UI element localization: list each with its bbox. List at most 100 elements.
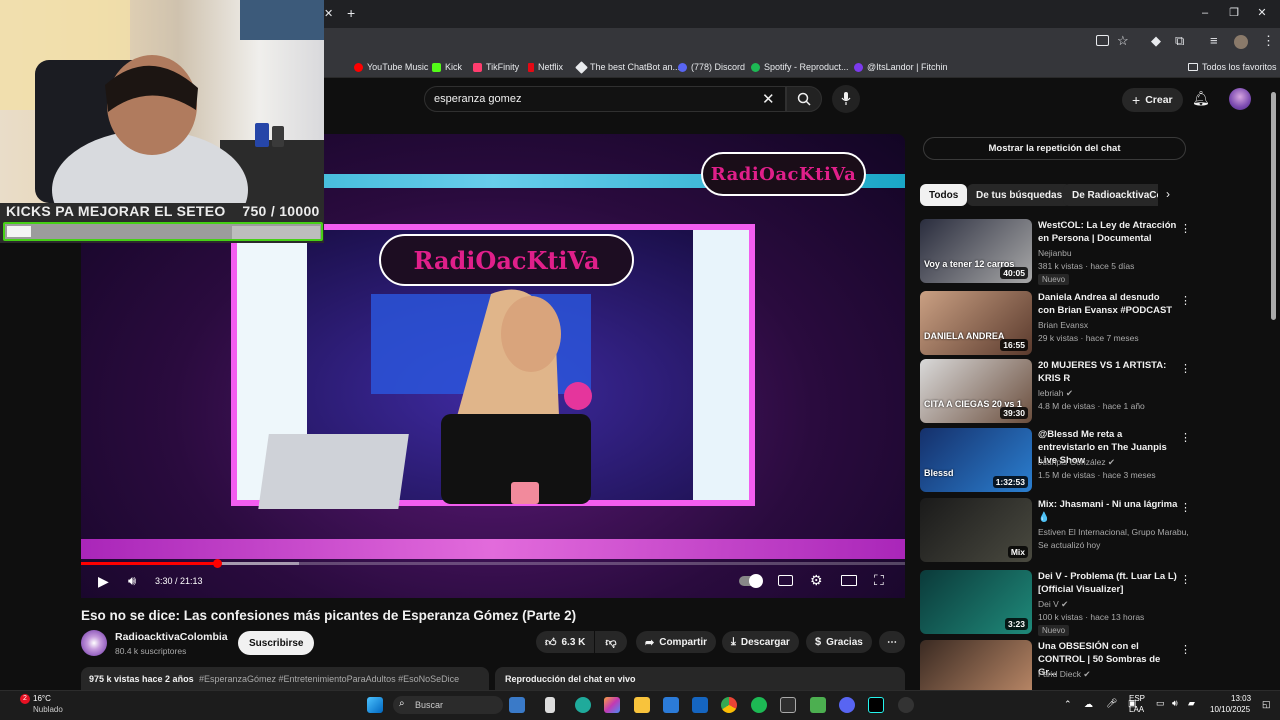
theater-mode-icon[interactable] (841, 575, 857, 586)
subtitles-icon[interactable] (778, 575, 793, 586)
recommendation-item[interactable]: DANIELA ANDREA 16:55 Daniela Andrea al des… (920, 291, 1191, 355)
recommendation-title[interactable]: WestCOL: La Ley de Atracción en Persona … (1038, 219, 1178, 245)
recommendation-thumbnail[interactable]: DANIELA ANDREA 16:55 (920, 291, 1032, 355)
like-button[interactable]: 👍︎ 6.3 K (536, 631, 594, 653)
voice-search-button[interactable] (832, 85, 860, 113)
notifications-bell-icon[interactable]: 🔔︎ (1192, 90, 1210, 107)
recommendation-channel[interactable]: Estiven El Internacional, Grupo Marabu, … (1038, 527, 1190, 537)
tray-network-icon[interactable]: ▭ (1156, 698, 1165, 709)
tray-language-2[interactable]: LAA (1129, 705, 1144, 714)
taskbar-spotify-icon[interactable] (751, 697, 767, 713)
start-menu-icon[interactable] (367, 697, 383, 713)
taskbar-chrome-icon[interactable] (721, 697, 737, 713)
more-options-icon[interactable]: ⋮ (1180, 222, 1191, 235)
all-bookmarks[interactable]: Todos los favoritos (1188, 60, 1277, 74)
more-options-icon[interactable]: ⋮ (1180, 362, 1191, 375)
taskbar-app-task-icon[interactable] (545, 697, 555, 713)
recommendation-item[interactable]: 3:23 Dei V - Problema (ft. Luar La L) [Of… (920, 570, 1191, 636)
taskbar-discord-icon[interactable] (839, 697, 855, 713)
chip-all[interactable]: Todos (920, 184, 968, 206)
channel-avatar[interactable] (81, 630, 107, 656)
install-icon[interactable] (1096, 35, 1109, 46)
page-scrollbar[interactable] (1271, 92, 1276, 320)
share-button[interactable]: ➦ Compartir (636, 631, 717, 653)
clock-time[interactable]: 13:03 (1231, 694, 1251, 703)
account-avatar[interactable] (1229, 88, 1251, 110)
taskbar-search[interactable]: ⌕ Buscar (393, 696, 503, 714)
taskbar-store-icon[interactable] (663, 697, 679, 713)
download-button[interactable]: ⤓ Descargar (722, 631, 799, 653)
browser-menu-icon[interactable]: ⋮ (1262, 33, 1275, 49)
taskbar-obs-icon[interactable] (780, 697, 796, 713)
profile-avatar[interactable] (1234, 35, 1248, 49)
taskbar-copilot-icon[interactable] (604, 697, 620, 713)
bookmark-chatbot[interactable]: The best ChatBot an... (575, 60, 680, 74)
media-control-icon[interactable]: ≡ (1210, 33, 1218, 48)
autoplay-toggle[interactable] (739, 574, 763, 588)
tray-battery-icon[interactable]: ▰ (1188, 698, 1195, 709)
settings-gear-icon[interactable]: ⚙ (810, 572, 823, 589)
tray-notifications-icon[interactable]: ◱ (1262, 699, 1271, 710)
recommendation-title[interactable]: Dei V - Problema (ft. Luar La L) [Offici… (1038, 570, 1178, 596)
taskbar-tiktok-icon[interactable] (868, 697, 884, 713)
taskbar-app-icon[interactable] (898, 697, 914, 713)
tray-language-1[interactable]: ESP (1129, 694, 1145, 703)
search-input[interactable]: esperanza gomez (434, 93, 521, 105)
recommendation-item[interactable]: Blessd 1:32:53 @Blessd Me reta a entrevist… (920, 428, 1191, 492)
recommendation-item[interactable]: Voy a tener 12 carros 40:05 WestCOL: La Le… (920, 219, 1191, 285)
taskbar-edge-icon[interactable] (575, 697, 591, 713)
tray-onedrive-icon[interactable]: ☁ (1084, 699, 1093, 710)
recommendation-item[interactable]: CITA A CIEGAS 20 vs 1 39:30 20 MUJERES VS … (920, 359, 1191, 423)
bookmark-discord[interactable]: (778) Discord (678, 60, 745, 74)
chip-from-searches[interactable]: De tus búsquedas (967, 184, 1072, 206)
more-actions-button[interactable]: ⋯ (879, 631, 905, 653)
bookmark-tikfinity[interactable]: TikFinity (473, 60, 519, 74)
taskbar-outlook-icon[interactable] (692, 697, 708, 713)
extension-diamond-icon[interactable]: ◆ (1151, 33, 1161, 49)
channel-name[interactable]: RadioacktivaColombia (115, 631, 228, 643)
clear-search-icon[interactable]: ✕ (762, 90, 775, 108)
weather-widget[interactable]: 2 16°C Nublado (20, 694, 80, 716)
recommendation-thumbnail[interactable]: 3:23 (920, 570, 1032, 634)
recommendation-channel[interactable]: Juanpis González ✔ (1038, 457, 1190, 468)
recommendation-thumbnail[interactable]: Voy a tener 12 carros 40:05 (920, 219, 1032, 283)
taskbar-file-explorer-icon[interactable] (634, 697, 650, 713)
dislike-button[interactable]: 👎︎ (595, 631, 627, 653)
close-tab-icon[interactable]: ✕ (324, 8, 336, 20)
bookmark-spotify[interactable]: Spotify - Reproduct... (751, 60, 849, 74)
subscribe-button[interactable]: Suscribirse (238, 631, 315, 655)
tray-mic-icon[interactable]: 🎤︎ (1106, 698, 1117, 709)
bookmark-star-icon[interactable]: ☆ (1117, 33, 1129, 49)
recommendation-channel[interactable]: Dei V ✔ (1038, 599, 1190, 610)
taskbar-minecraft-icon[interactable] (810, 697, 826, 713)
bookmark-youtube-music[interactable]: YouTube Music (354, 60, 428, 74)
description-hashtags[interactable]: #EsperanzaGómez #EntretenimientoParaAdul… (199, 674, 484, 684)
minimize-button[interactable]: – (1198, 6, 1212, 20)
bookmark-netflix[interactable]: Netflix (528, 60, 563, 74)
recommendation-channel[interactable]: lebriah ✔ (1038, 388, 1190, 399)
progress-scrubber[interactable] (212, 559, 222, 568)
create-button[interactable]: + Crear (1122, 88, 1183, 112)
close-window-button[interactable]: ✕ (1255, 6, 1269, 20)
recommendation-channel[interactable]: Brian Evansx (1038, 320, 1190, 330)
recommendation-title[interactable]: Daniela Andrea al desnudo con Brian Evan… (1038, 291, 1178, 317)
more-options-icon[interactable]: ⋮ (1180, 294, 1191, 307)
recommendation-title[interactable]: Mix: Jhasmani - Ni una lágrima 💧 (1038, 498, 1178, 524)
recommendation-channel[interactable]: Farid Dieck ✔ (1038, 669, 1190, 680)
chips-next-icon[interactable]: › (1166, 187, 1170, 201)
more-options-icon[interactable]: ⋮ (1180, 573, 1191, 586)
new-tab-button[interactable]: + (347, 5, 355, 21)
volume-icon[interactable]: 🔊︎ (128, 573, 136, 589)
more-options-icon[interactable]: ⋮ (1180, 501, 1191, 514)
bookmark-kick[interactable]: Kick (432, 60, 462, 74)
bookmark-fitchin[interactable]: @ItsLandor | Fitchin (854, 60, 948, 74)
more-options-icon[interactable]: ⋮ (1180, 431, 1191, 444)
thanks-button[interactable]: $ Gracias (806, 631, 872, 653)
tray-volume-icon[interactable]: 🔊︎ (1172, 698, 1178, 709)
tray-overflow-icon[interactable]: ⌃ (1064, 699, 1072, 710)
clock-date[interactable]: 10/10/2025 (1210, 705, 1250, 714)
recommendation-title[interactable]: 20 MUJERES VS 1 ARTISTA: KRIS R (1038, 359, 1178, 385)
show-chat-replay-button[interactable]: Mostrar la repetición del chat (923, 137, 1186, 160)
recommendation-thumbnail[interactable]: Mix (920, 498, 1032, 562)
recommendation-channel[interactable]: Nejianbu (1038, 248, 1190, 258)
